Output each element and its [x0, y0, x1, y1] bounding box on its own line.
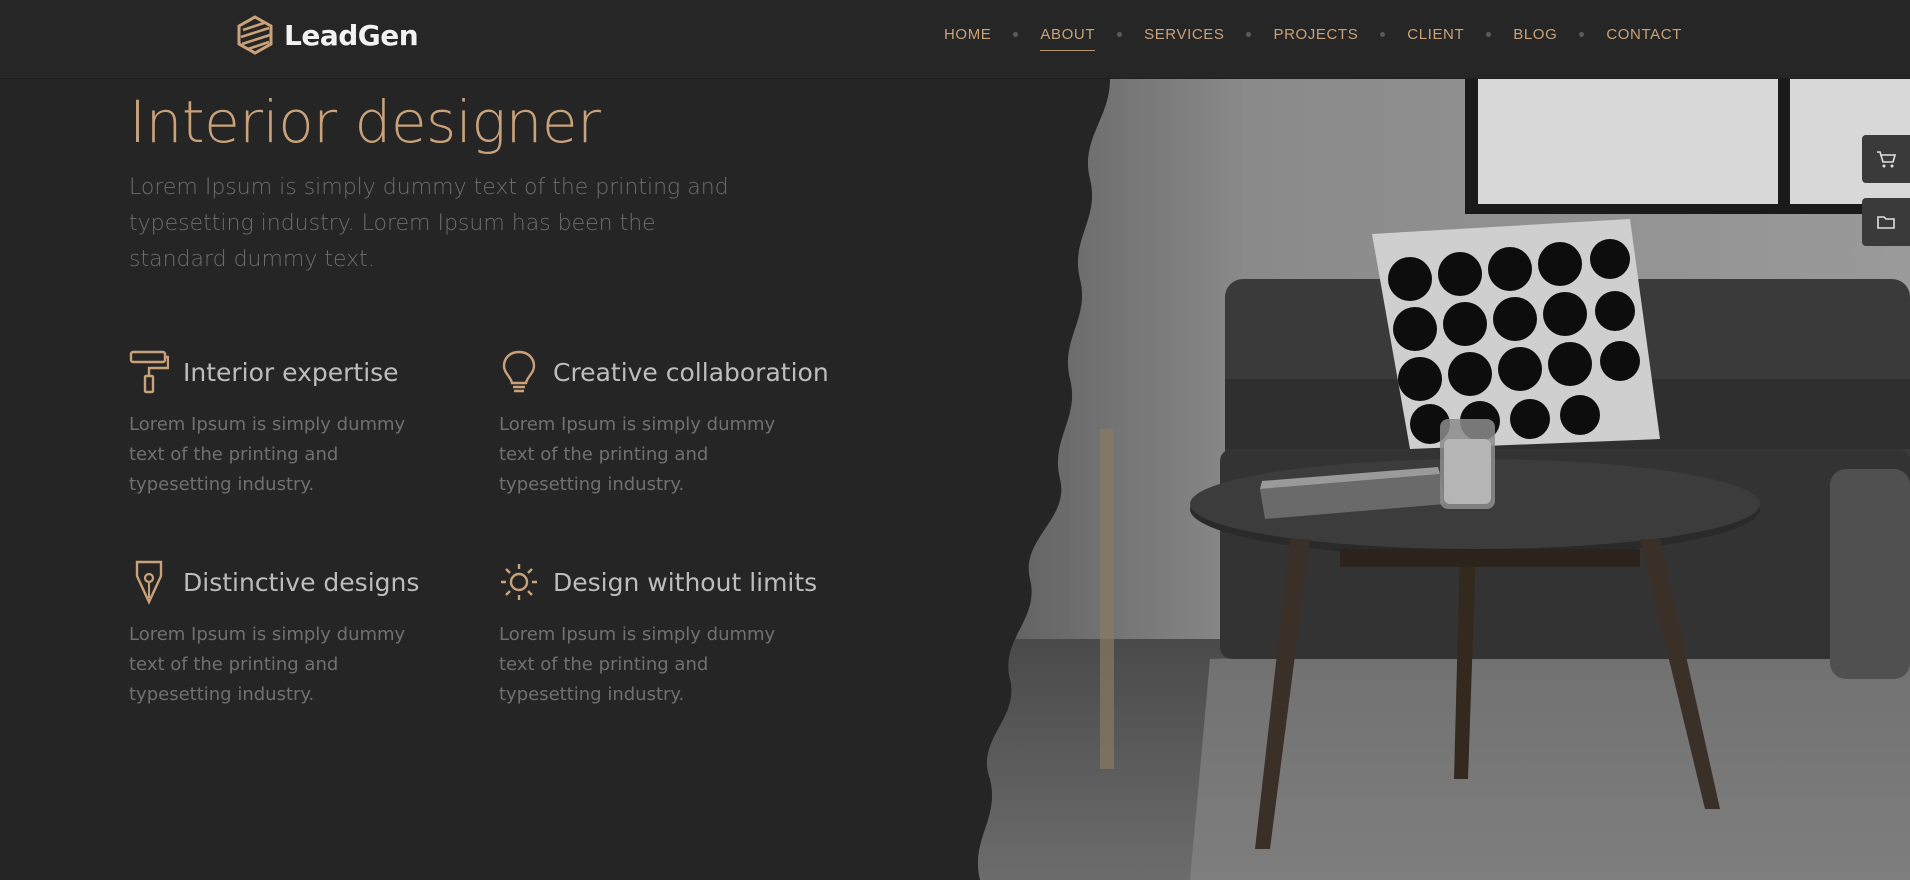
lightbulb-icon [499, 348, 539, 396]
logo-text: LeadGen [284, 18, 419, 52]
lead-paragraph: Lorem Ipsum is simply dummy text of the … [129, 175, 729, 272]
feature-distinctive-designs: Distinctive designs Lorem Ipsum is simpl… [129, 558, 459, 710]
feature-interior-expertise: Interior expertise Lorem Ipsum is simply… [129, 348, 459, 500]
folder-button[interactable] [1862, 198, 1910, 246]
main-nav: HOME ABOUT SERVICES PROJECTS CLIENT BLOG… [944, 24, 1682, 51]
cart-button[interactable] [1862, 135, 1910, 183]
feature-title: Creative collaboration [553, 357, 829, 387]
nav-about[interactable]: ABOUT [1040, 24, 1095, 51]
cart-icon [1877, 151, 1897, 168]
logo[interactable]: LeadGen [234, 14, 419, 56]
nav-separator [1486, 32, 1492, 37]
paint-roller-icon [129, 348, 169, 396]
feature-design-without-limits: Design without limits Lorem Ipsum is sim… [499, 558, 829, 710]
feature-creative-collaboration: Creative collaboration Lorem Ipsum is si… [499, 348, 829, 500]
logo-icon [237, 15, 273, 55]
feature-text: Lorem Ipsum is simply dummy text of the … [499, 624, 776, 705]
nav-separator [1117, 32, 1123, 37]
feature-title: Design without limits [553, 567, 818, 597]
sun-icon [499, 558, 539, 606]
feature-title: Distinctive designs [183, 567, 420, 597]
nav-client[interactable]: CLIENT [1407, 24, 1464, 51]
living-room-illustration [971, 79, 1910, 880]
nav-separator [1579, 32, 1585, 37]
folder-icon [1877, 216, 1895, 229]
nav-services[interactable]: SERVICES [1144, 24, 1224, 51]
page-title: Interior designer [129, 88, 601, 156]
pen-nib-icon [129, 558, 169, 606]
nav-blog[interactable]: BLOG [1513, 24, 1557, 51]
nav-home[interactable]: HOME [944, 24, 991, 51]
hero-image [960, 79, 1910, 880]
feature-text: Lorem Ipsum is simply dummy text of the … [129, 414, 406, 495]
nav-separator [1013, 32, 1019, 37]
nav-contact[interactable]: CONTACT [1606, 24, 1682, 51]
nav-separator [1380, 32, 1386, 37]
feature-title: Interior expertise [183, 357, 399, 387]
feature-text: Lorem Ipsum is simply dummy text of the … [499, 414, 776, 495]
nav-projects[interactable]: PROJECTS [1273, 24, 1358, 51]
site-header: LeadGen HOME ABOUT SERVICES PROJECTS CLI… [0, 0, 1910, 79]
nav-separator [1246, 32, 1252, 37]
feature-text: Lorem Ipsum is simply dummy text of the … [129, 624, 406, 705]
